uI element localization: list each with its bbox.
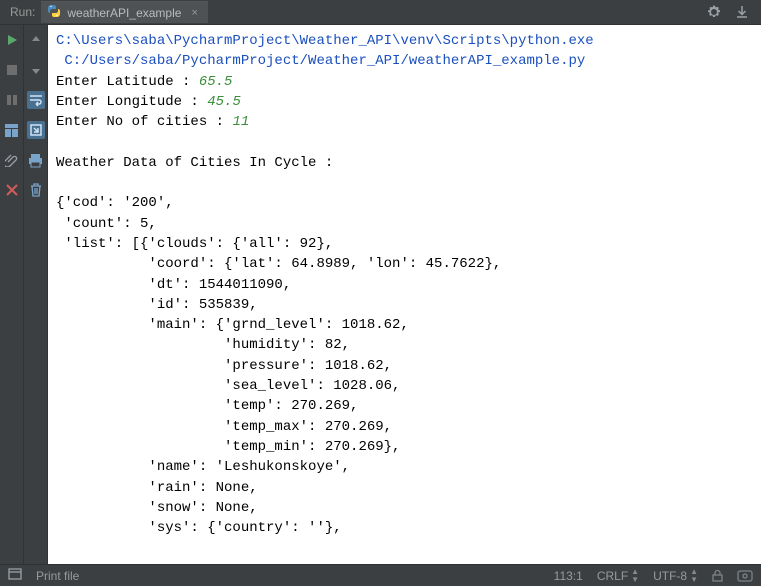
output-line: 'count': 5, [56, 216, 157, 232]
file-encoding[interactable]: UTF-8▲▼ [653, 568, 698, 584]
line-separator[interactable]: CRLF▲▼ [597, 568, 639, 584]
run-controls-gutter [0, 25, 24, 564]
attach-icon[interactable] [3, 151, 21, 169]
stop-icon[interactable] [3, 61, 21, 79]
prompt-cities: Enter No of cities : [56, 114, 232, 130]
run-tool-header: Run: weatherAPI_example × [0, 0, 761, 25]
output-line: 'humidity': 82, [56, 337, 350, 353]
val-cities: 11 [232, 114, 249, 130]
console-output[interactable]: C:\Users\saba\PycharmProject\Weather_API… [48, 25, 761, 564]
output-line: 'coord': {'lat': 64.8989, 'lon': 45.7622… [56, 256, 501, 272]
scroll-to-end-icon[interactable] [27, 121, 45, 139]
exe-path: C:\Users\saba\PycharmProject\Weather_API… [56, 33, 594, 49]
soft-wrap-icon[interactable] [27, 91, 45, 109]
val-lon: 45.5 [207, 94, 241, 110]
output-line: 'rain': None, [56, 480, 258, 496]
tool-header-actions [705, 3, 757, 21]
status-hint: Print file [36, 569, 79, 583]
output-line: {'cod': '200', [56, 195, 174, 211]
print-icon[interactable] [27, 151, 45, 169]
output-line: 'temp_max': 270.269, [56, 419, 392, 435]
output-line: 'sea_level': 1028.06, [56, 378, 400, 394]
output-header: Weather Data of Cities In Cycle : [56, 155, 333, 171]
output-line: 'sys': {'country': ''}, [56, 520, 342, 536]
trash-icon[interactable] [27, 181, 45, 199]
output-line: 'name': 'Leshukonskoye', [56, 459, 350, 475]
python-file-icon [47, 4, 61, 21]
lock-icon[interactable] [712, 569, 723, 582]
pause-icon[interactable] [3, 91, 21, 109]
output-line: 'pressure': 1018.62, [56, 358, 392, 374]
output-line: 'list': [{'clouds': {'all': 92}, [56, 236, 333, 252]
play-icon[interactable] [3, 31, 21, 49]
run-label: Run: [4, 5, 41, 19]
output-line: 'dt': 1544011090, [56, 277, 291, 293]
run-config-tab[interactable]: weatherAPI_example × [41, 1, 208, 23]
layout-icon[interactable] [3, 121, 21, 139]
output-line: 'main': {'grnd_level': 1018.62, [56, 317, 409, 333]
output-line: 'snow': None, [56, 500, 258, 516]
arrow-down-icon[interactable] [27, 61, 45, 79]
gear-icon[interactable] [705, 3, 723, 21]
script-path: C:/Users/saba/PycharmProject/Weather_API… [56, 53, 585, 69]
inspector-icon[interactable] [737, 570, 753, 582]
console-actions-gutter [24, 25, 48, 564]
output-line: 'temp': 270.269, [56, 398, 358, 414]
caret-position[interactable]: 113:1 [554, 569, 583, 583]
close-icon[interactable]: × [191, 7, 197, 19]
event-log-icon[interactable] [8, 568, 22, 583]
close-red-icon[interactable] [3, 181, 21, 199]
val-lat: 65.5 [199, 74, 233, 90]
arrow-up-icon[interactable] [27, 31, 45, 49]
prompt-lat: Enter Latitude : [56, 74, 199, 90]
output-line: 'temp_min': 270.269}, [56, 439, 400, 455]
download-icon[interactable] [733, 3, 751, 21]
run-tool-body: C:\Users\saba\PycharmProject\Weather_API… [0, 25, 761, 564]
prompt-lon: Enter Longitude : [56, 94, 207, 110]
status-bar: Print file 113:1 CRLF▲▼ UTF-8▲▼ [0, 564, 761, 586]
tab-label: weatherAPI_example [67, 6, 181, 20]
output-line: 'id': 535839, [56, 297, 258, 313]
